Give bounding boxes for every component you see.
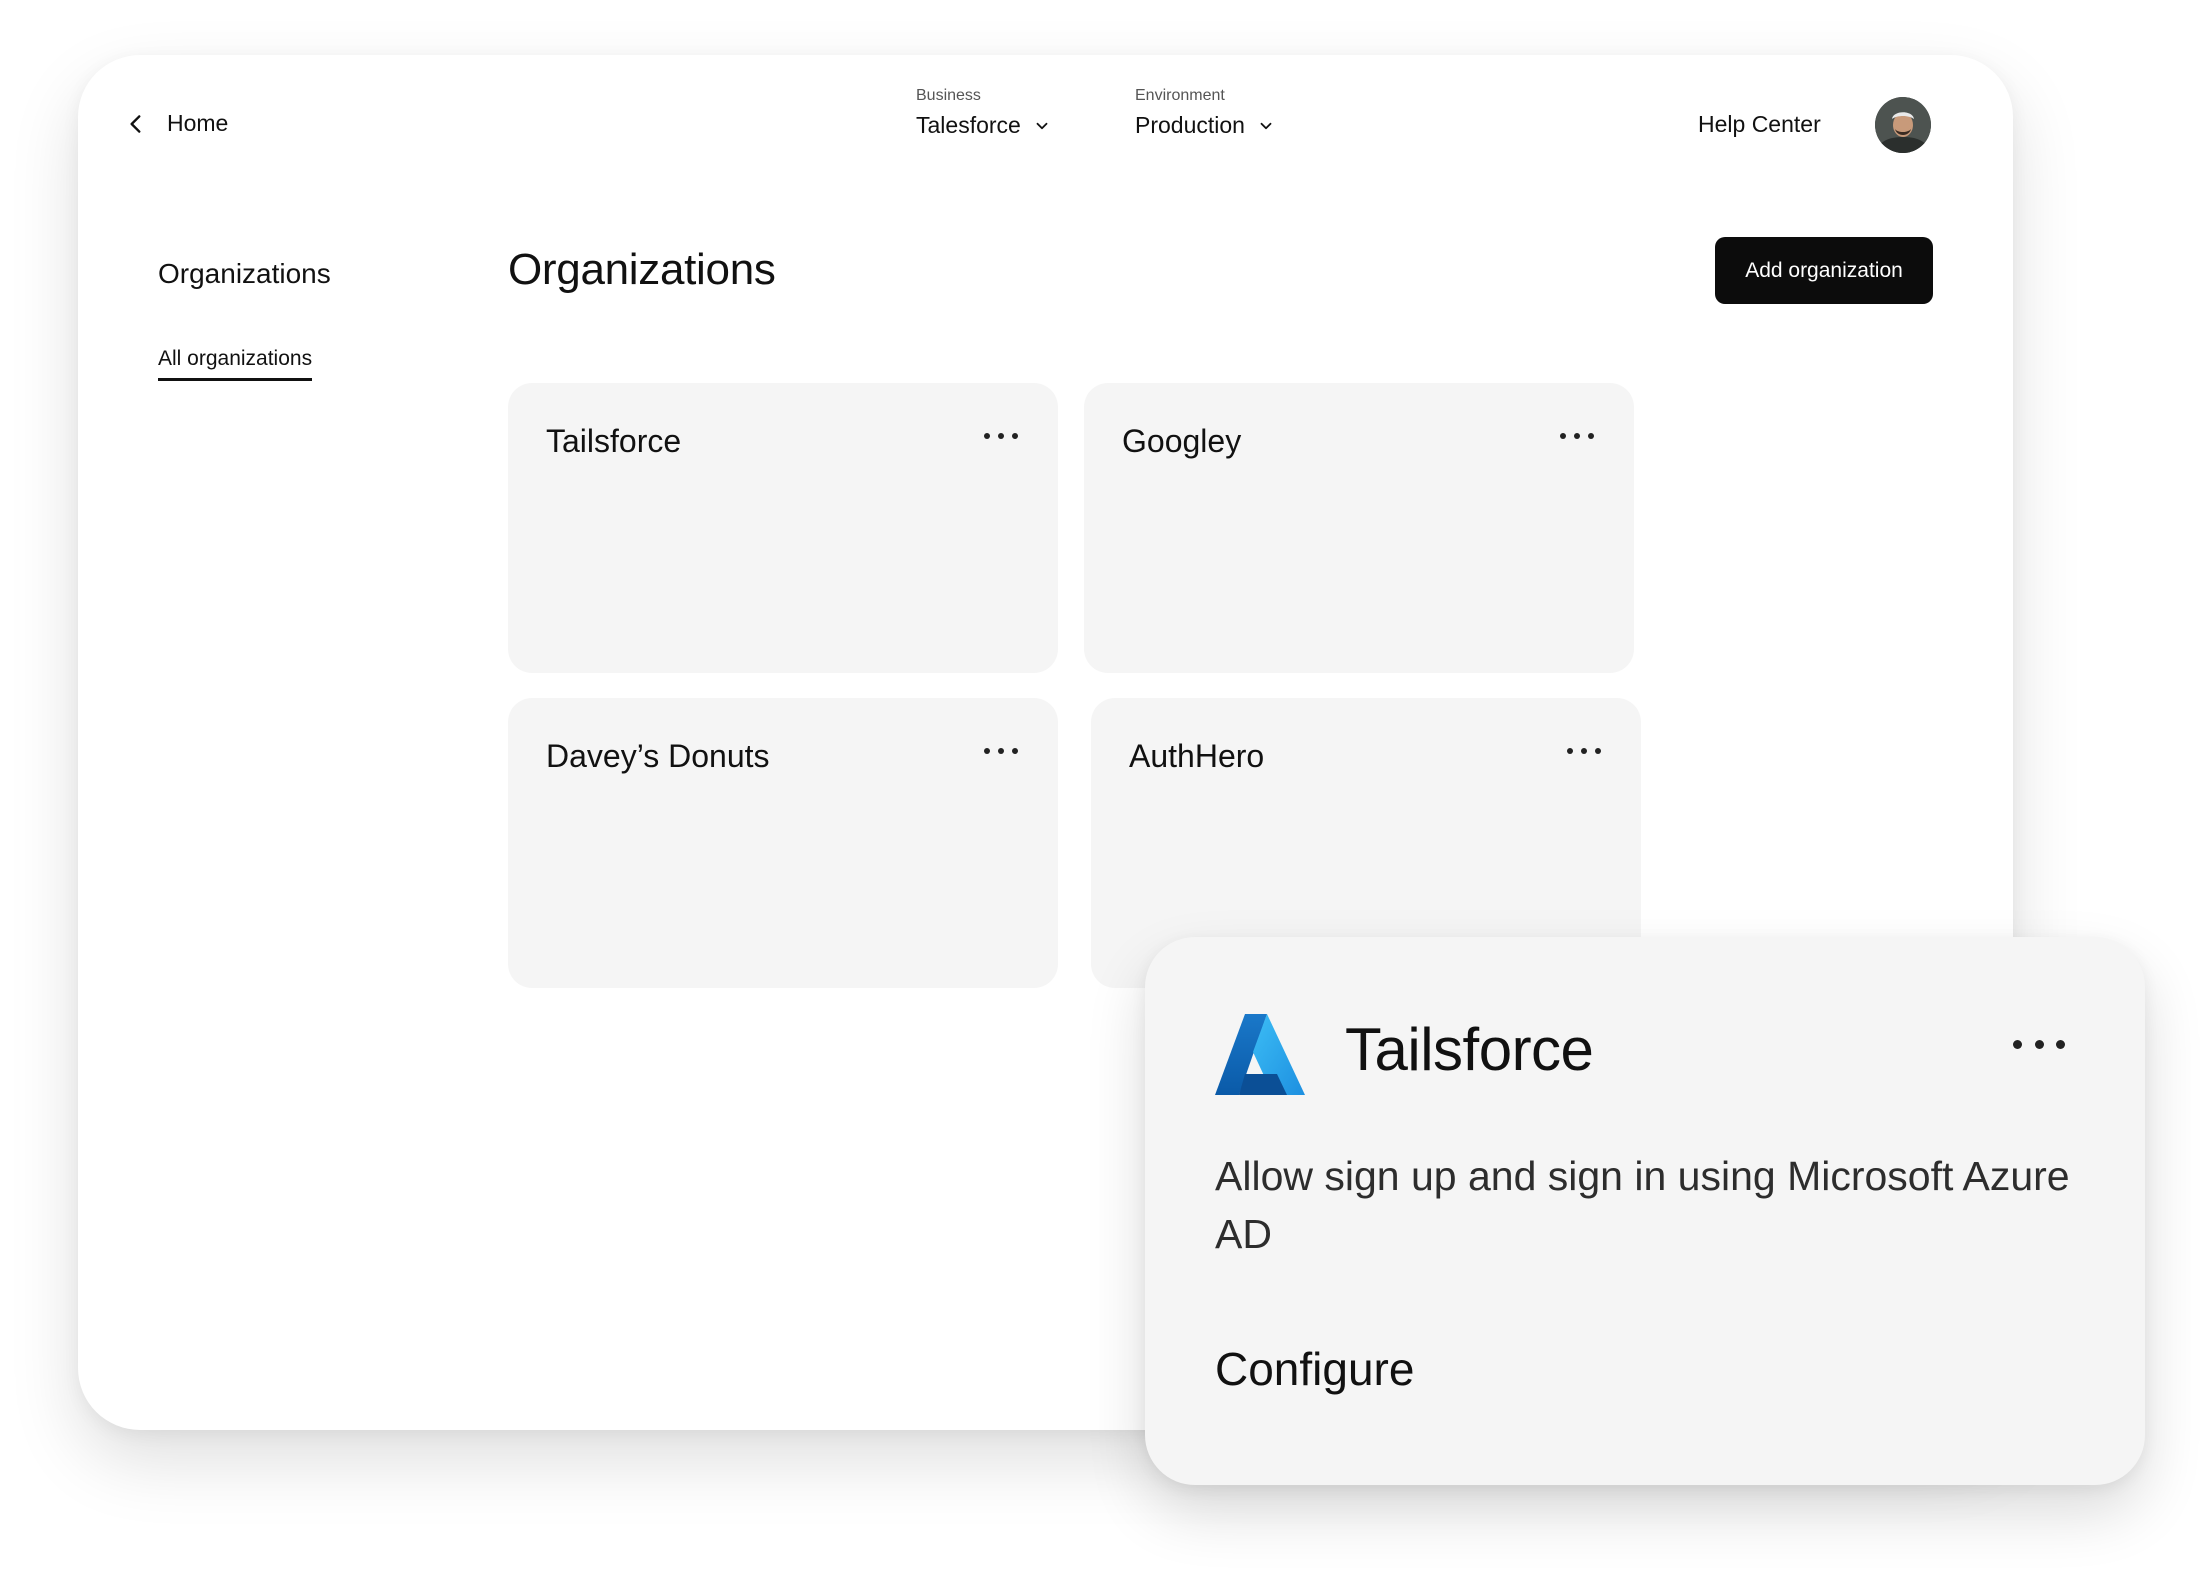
org-card[interactable]: Googley xyxy=(1084,383,1634,673)
configure-link[interactable]: Configure xyxy=(1215,1342,1414,1396)
more-options-icon[interactable] xyxy=(984,744,1018,758)
chevron-left-icon xyxy=(130,114,141,133)
business-dropdown[interactable]: Talesforce xyxy=(916,112,1051,139)
sidebar-title: Organizations xyxy=(158,258,331,289)
help-center-link[interactable]: Help Center xyxy=(1698,111,1821,138)
org-card-name: AuthHero xyxy=(1129,738,1265,774)
detail-card-title: Tailsforce xyxy=(1345,1016,1594,1083)
more-options-icon[interactable] xyxy=(2013,1037,2065,1051)
avatar-photo xyxy=(1875,97,1931,153)
stage: Home Business Talesforce Environment Pro… xyxy=(0,0,2200,1588)
user-avatar[interactable] xyxy=(1875,97,1931,153)
home-back-link[interactable]: Home xyxy=(123,110,228,137)
org-card-name: Tailsforce xyxy=(546,423,682,459)
org-card[interactable]: Davey’s Donuts xyxy=(508,698,1058,988)
detail-card-description: Allow sign up and sign in using Microsof… xyxy=(1215,1153,2070,1257)
more-options-icon[interactable] xyxy=(1560,429,1594,443)
chevron-down-icon xyxy=(1260,122,1272,129)
sidebar-item-all-organizations[interactable]: All organizations xyxy=(158,347,313,381)
org-card-name: Davey’s Donuts xyxy=(546,738,770,774)
business-value: Talesforce xyxy=(916,112,1021,138)
environment-dropdown[interactable]: Production xyxy=(1135,112,1275,139)
org-card-name: Googley xyxy=(1122,423,1242,459)
azure-icon xyxy=(1215,1014,1305,1095)
chevron-down-icon xyxy=(1036,122,1048,129)
more-options-icon[interactable] xyxy=(1567,744,1601,758)
more-options-icon[interactable] xyxy=(984,429,1018,443)
page-title: Organizations xyxy=(508,245,776,294)
environment-value: Production xyxy=(1135,112,1245,138)
connection-detail-card[interactable]: Tailsforce Allow sign up and sign in usi… xyxy=(1145,937,2145,1485)
add-organization-button[interactable]: Add organization xyxy=(1715,237,1933,304)
business-selector[interactable]: Business Talesforce xyxy=(916,87,1051,139)
environment-caption: Environment xyxy=(1135,87,1225,104)
org-card[interactable]: Tailsforce xyxy=(508,383,1058,673)
business-caption: Business xyxy=(916,87,981,104)
home-label: Home xyxy=(167,110,229,136)
environment-selector[interactable]: Environment Production xyxy=(1135,87,1275,139)
